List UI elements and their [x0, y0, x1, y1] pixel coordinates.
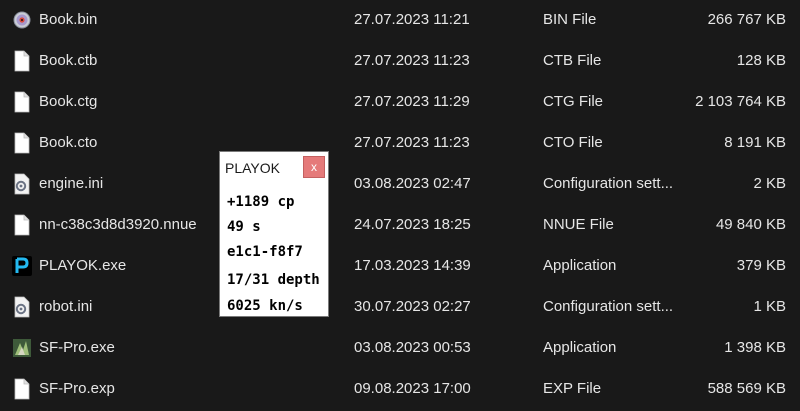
- search-depth: 17/31 depth: [227, 272, 320, 288]
- file-name: Book.cto: [39, 134, 98, 151]
- file-row[interactable]: nn-c38c3d8d3920.nnue 24.07.2023 18:25 NN…: [0, 205, 800, 246]
- file-size: 588 569 KB: [707, 380, 786, 397]
- sf-app-icon: [12, 337, 32, 359]
- file-size: 8 191 KB: [724, 134, 786, 151]
- file-size: 2 103 764 KB: [695, 93, 786, 110]
- file-date: 03.08.2023 00:53: [354, 339, 471, 356]
- file-name: Book.ctg: [39, 93, 98, 110]
- file-row[interactable]: Book.bin 27.07.2023 11:21 BIN File 266 7…: [0, 0, 800, 41]
- settings-file-icon: [12, 296, 32, 318]
- file-date: 24.07.2023 18:25: [354, 216, 471, 233]
- file-row[interactable]: engine.ini 03.08.2023 02:47 Configuratio…: [0, 164, 800, 205]
- file-date: 27.07.2023 11:21: [354, 11, 470, 28]
- file-type: BIN File: [543, 11, 597, 28]
- file-row[interactable]: Book.ctb 27.07.2023 11:23 CTB File 128 K…: [0, 41, 800, 82]
- file-size: 1 KB: [753, 298, 786, 315]
- file-date: 27.07.2023 11:29: [354, 93, 470, 110]
- file-name: Book.bin: [39, 11, 98, 28]
- file-size: 266 767 KB: [707, 11, 786, 28]
- document-icon: [12, 50, 32, 72]
- document-icon: [12, 91, 32, 113]
- file-size: 2 KB: [753, 175, 786, 192]
- playok-app-icon: [12, 255, 32, 277]
- file-type: Application: [543, 339, 617, 356]
- file-date: 09.08.2023 17:00: [354, 380, 471, 397]
- file-name: engine.ini: [39, 175, 104, 192]
- document-icon: [12, 378, 32, 400]
- file-type: NNUE File: [543, 216, 614, 233]
- node-speed: 6025 kn/s: [227, 298, 303, 314]
- file-row[interactable]: PLAYOK.exe 17.03.2023 14:39 Application …: [0, 246, 800, 287]
- popup-title: PLAYOK: [225, 160, 280, 176]
- file-name: SF-Pro.exe: [39, 339, 115, 356]
- file-type: Configuration sett...: [543, 175, 674, 192]
- file-name: PLAYOK.exe: [39, 257, 127, 274]
- file-type: CTB File: [543, 52, 602, 69]
- file-row[interactable]: Book.ctg 27.07.2023 11:29 CTG File 2 103…: [0, 82, 800, 123]
- file-date: 27.07.2023 11:23: [354, 134, 470, 151]
- settings-file-icon: [12, 173, 32, 195]
- file-date: 27.07.2023 11:23: [354, 52, 470, 69]
- file-list: Book.bin 27.07.2023 11:21 BIN File 266 7…: [0, 0, 800, 411]
- file-type: CTG File: [543, 93, 603, 110]
- best-move: e1c1-f8f7: [227, 244, 303, 260]
- document-icon: [12, 132, 32, 154]
- file-size: 128 KB: [736, 52, 786, 69]
- file-size: 379 KB: [736, 257, 786, 274]
- file-name: nn-c38c3d8d3920.nnue: [39, 216, 197, 233]
- file-date: 30.07.2023 02:27: [354, 298, 471, 315]
- file-name: Book.ctb: [39, 52, 98, 69]
- file-row[interactable]: SF-Pro.exp 09.08.2023 17:00 EXP File 588…: [0, 369, 800, 410]
- file-type: Application: [543, 257, 617, 274]
- playok-engine-popup[interactable]: PLAYOK x +1189 cp 49 s e1c1-f8f7 17/31 d…: [219, 151, 329, 317]
- file-type: CTO File: [543, 134, 603, 151]
- search-time: 49 s: [227, 219, 261, 235]
- disc-image-icon: [12, 9, 32, 31]
- file-row[interactable]: Book.cto 27.07.2023 11:23 CTO File 8 191…: [0, 123, 800, 164]
- file-name: SF-Pro.exp: [39, 380, 115, 397]
- close-button[interactable]: x: [303, 156, 325, 178]
- file-size: 49 840 KB: [715, 216, 786, 233]
- file-type: Configuration sett...: [543, 298, 674, 315]
- file-row[interactable]: SF-Pro.exe 03.08.2023 00:53 Application …: [0, 328, 800, 369]
- file-date: 17.03.2023 14:39: [354, 257, 471, 274]
- file-name: robot.ini: [39, 298, 93, 315]
- file-row[interactable]: robot.ini 30.07.2023 02:27 Configuration…: [0, 287, 800, 328]
- file-type: EXP File: [543, 380, 602, 397]
- eval-score: +1189 cp: [227, 194, 295, 210]
- document-icon: [12, 214, 32, 236]
- file-size: 1 398 KB: [724, 339, 786, 356]
- file-date: 03.08.2023 02:47: [354, 175, 471, 192]
